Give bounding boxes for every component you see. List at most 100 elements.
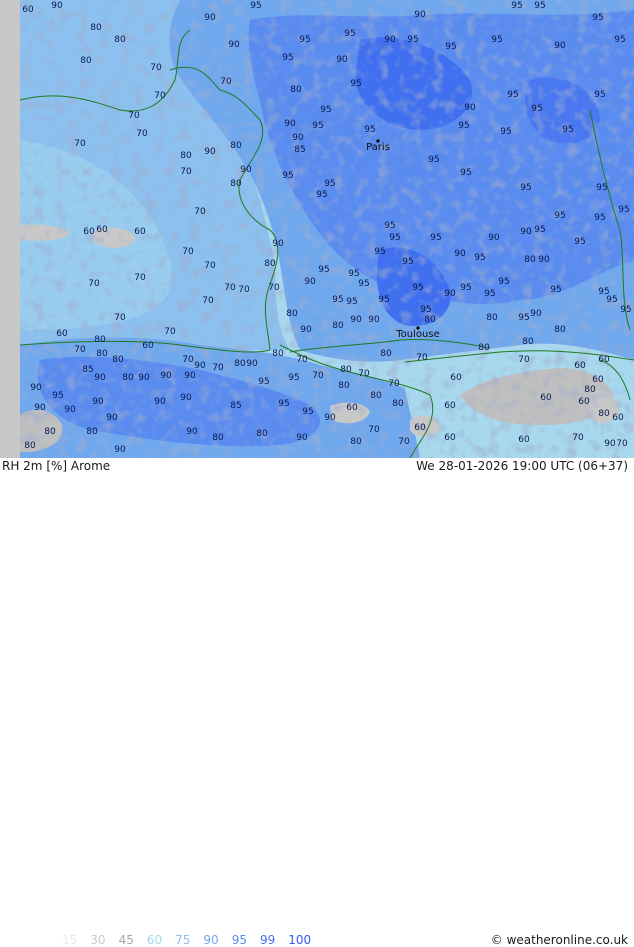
rh-value-label: 60: [444, 401, 456, 411]
rh-value-label: 95: [594, 90, 605, 100]
rh-value-label: 95: [550, 285, 561, 295]
rh-value-label: 90: [336, 55, 348, 65]
rh-value-label: 60: [22, 5, 34, 15]
rh-value-label: 80: [332, 321, 344, 331]
rh-value-label: 70: [182, 355, 194, 365]
rh-value-label: 90: [51, 1, 63, 11]
rh-value-label: 95: [420, 305, 431, 315]
rh-value-label: 70: [616, 439, 628, 449]
rh-value-label: 95: [350, 79, 361, 89]
rh-value-label: 90: [240, 165, 252, 175]
rh-value-label: 90: [106, 413, 118, 423]
legend-item: 45: [118, 933, 134, 947]
rh-value-label: 90: [414, 10, 426, 20]
rh-value-label: 90: [184, 371, 196, 381]
rh-value-label: 70: [224, 283, 236, 293]
rh-value-label: 80: [286, 309, 298, 319]
rh-value-label: 80: [112, 355, 124, 365]
rh-value-label: 95: [320, 105, 331, 115]
rh-value-label: 70: [114, 313, 126, 323]
rh-value-label: 95: [562, 125, 573, 135]
rh-value-label: 95: [458, 121, 469, 131]
rh-value-label: 95: [618, 205, 629, 215]
rh-value-label: 90: [160, 371, 172, 381]
rh-value-label: 80: [264, 259, 276, 269]
rh-value-label: 80: [290, 85, 302, 95]
rh-value-label: 95: [445, 42, 456, 52]
rh-value-label: 60: [142, 341, 154, 351]
rh-value-label: 95: [412, 283, 423, 293]
rh-value-label: 85: [230, 401, 241, 411]
rh-value-label: 95: [460, 283, 471, 293]
rh-value-label: 90: [300, 325, 312, 335]
rh-value-label: 70: [398, 437, 410, 447]
rh-value-label: 90: [292, 133, 304, 143]
rh-value-label: 60: [450, 373, 462, 383]
rh-value-label: 90: [92, 397, 104, 407]
copyright[interactable]: © weatheronline.co.uk: [491, 933, 628, 947]
rh-value-label: 85: [82, 365, 93, 375]
rh-value-label: 85: [294, 145, 305, 155]
rh-value-label: 95: [250, 1, 261, 11]
rh-value-label: 90: [246, 359, 258, 369]
rh-value-label: 70: [368, 425, 380, 435]
legend-item: 100: [288, 933, 312, 947]
rh-value-label: 80: [114, 35, 126, 45]
rh-value-label: 90: [204, 13, 216, 23]
rh-value-label: 90: [114, 445, 126, 455]
rh-value-label: 90: [530, 309, 542, 319]
rh-value-label: 60: [346, 403, 358, 413]
map-canvas: ParisToulouse 60 90808080707090959095 9095…: [0, 0, 634, 459]
rh-value-label: 90: [30, 383, 42, 393]
rh-value-label: 60: [134, 227, 146, 237]
map-title: RH 2m [%] Arome: [2, 459, 111, 473]
rh-value-label: 80: [350, 437, 362, 447]
rh-value-label: 70: [128, 111, 140, 121]
rh-value-label: 95: [364, 125, 375, 135]
rh-value-label: 80: [180, 151, 192, 161]
rh-value-label: 95: [574, 237, 585, 247]
rh-value-label: 90: [384, 35, 396, 45]
rh-value-label: 60: [578, 397, 590, 407]
rh-value-label: 90: [94, 373, 106, 383]
rh-value-label: 90: [304, 277, 316, 287]
rh-value-label: 90: [284, 119, 296, 129]
rh-value-label: 90: [538, 255, 550, 265]
color-legend: 15 30 45 60 75 90 95 99 100: [62, 933, 324, 947]
rh-value-label: 95: [402, 257, 413, 267]
rh-value-label: 90: [34, 403, 46, 413]
rh-value-label: 80: [212, 433, 224, 443]
rh-value-label: 90: [154, 397, 166, 407]
rh-value-label: 95: [531, 104, 542, 114]
rh-value-label: 70: [220, 77, 232, 87]
rh-value-label: 70: [518, 355, 530, 365]
rh-value-label: 90: [368, 315, 380, 325]
rh-value-label: 90: [454, 249, 466, 259]
rh-value-label: 70: [416, 353, 428, 363]
rh-value-label: 95: [620, 305, 631, 315]
legend-item: 90: [203, 933, 219, 947]
rh-value-label: 70: [164, 327, 176, 337]
rh-value-label: 90: [350, 315, 362, 325]
rh-value-label: 60: [518, 435, 530, 445]
rh-value-label: 60: [414, 423, 426, 433]
rh-value-label: 95: [507, 90, 518, 100]
rh-value-label: 60: [56, 329, 68, 339]
off-domain-strip: [0, 0, 20, 458]
city-label: Paris: [366, 142, 390, 153]
rh-value-label: 95: [518, 313, 529, 323]
rh-value-label: 95: [324, 179, 335, 189]
rh-value-label: 70: [150, 63, 162, 73]
rh-value-label: 60: [540, 393, 552, 403]
rh-value-label: 90: [488, 233, 500, 243]
rh-value-label: 95: [258, 377, 269, 387]
rh-value-label: 80: [524, 255, 536, 265]
rh-value-label: 95: [374, 247, 385, 257]
rh-value-label: 95: [389, 233, 400, 243]
rh-value-label: 95: [554, 211, 565, 221]
rh-value-label: 60: [96, 225, 108, 235]
rh-value-label: 95: [484, 289, 495, 299]
rh-value-label: 95: [358, 279, 369, 289]
rh-value-label: 60: [83, 227, 95, 237]
rh-value-label: 95: [534, 225, 545, 235]
